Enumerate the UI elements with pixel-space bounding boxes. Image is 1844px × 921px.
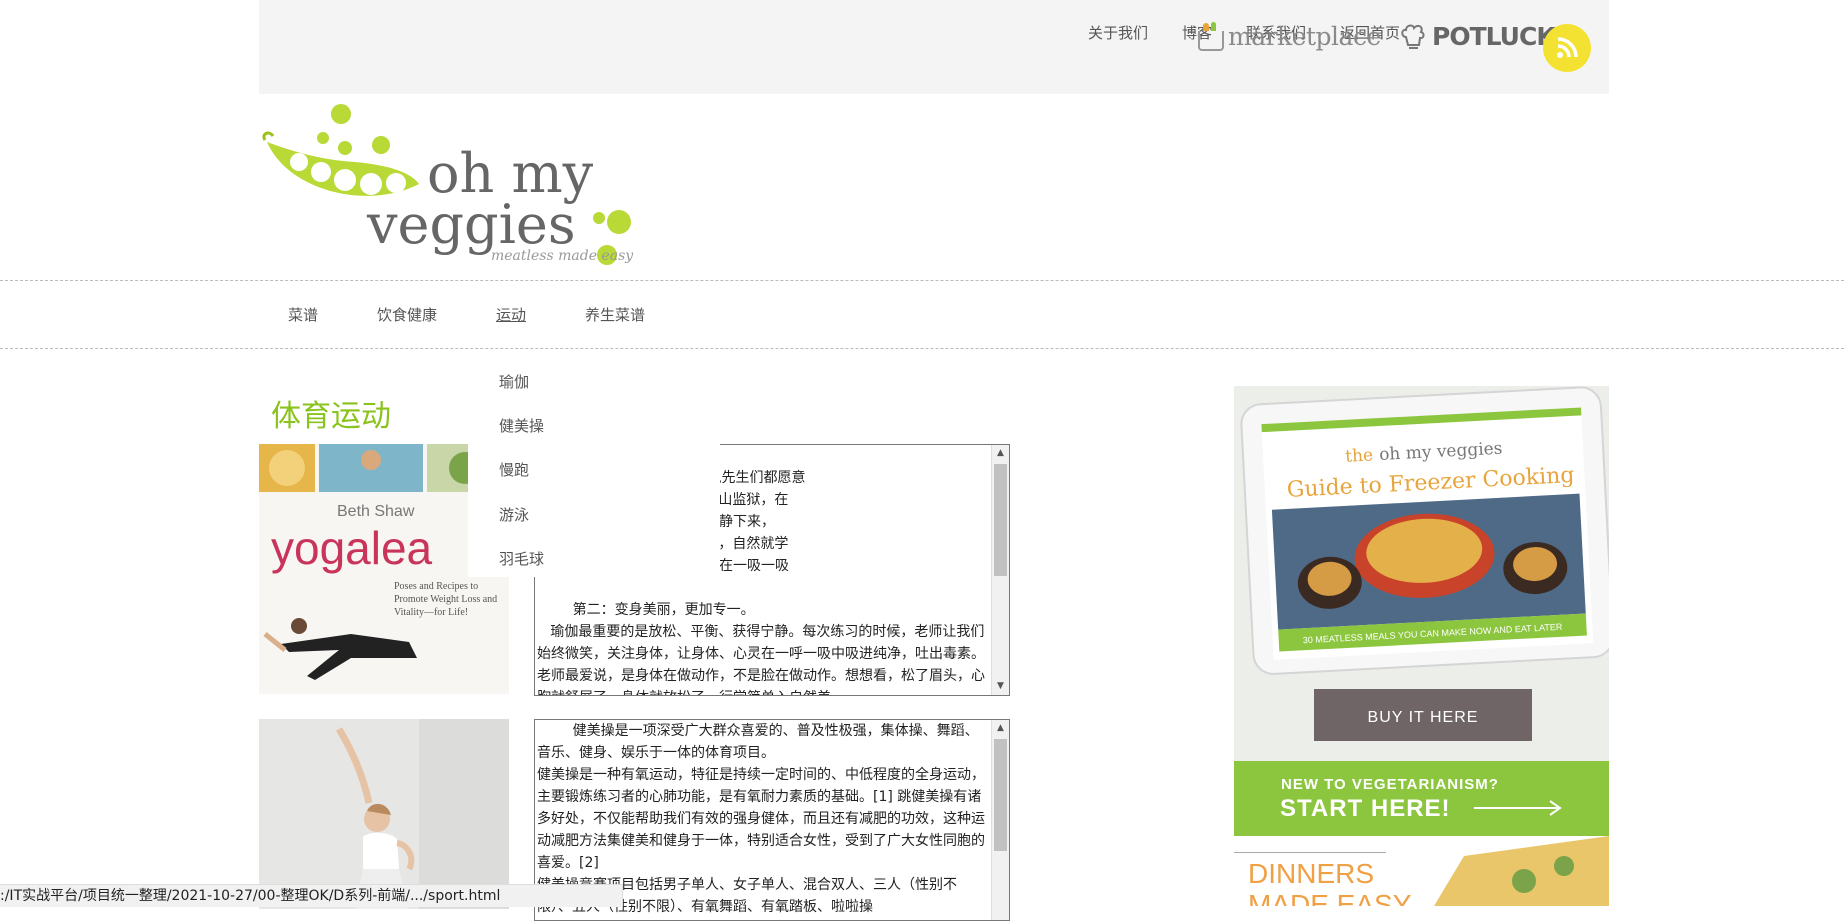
sports-dropdown-menu: 瑜伽 健美操 慢跑 游泳 羽毛球 [468,349,720,577]
dropdown-item-jogging[interactable]: 慢跑 [499,459,529,480]
status-url: :/IT实战平台/项目统一整理/2021-10-27/00-整理OK/D系列-前… [0,888,501,904]
main-nav: 菜谱 饮食健康 运动 养生菜谱 [288,304,704,325]
book-author: Beth Shaw [337,503,415,520]
dropdown-item-swimming[interactable]: 游泳 [499,504,529,525]
chef-hat-icon [1401,24,1425,49]
scroll-thumb[interactable] [994,739,1007,851]
nav-item-sports[interactable]: 运动 [496,304,526,325]
page-title: 体育运动 [271,399,391,434]
potluck-link[interactable]: POTLUCK [1400,22,1556,51]
pea-pod-logo-icon: oh my veggies meatless made easy [262,104,634,265]
ad-brand-prefix: the [1345,445,1374,466]
bottom-line2: MADE EASY [1248,889,1412,906]
aerobics-woman-image [259,719,509,909]
woman-stretching-illustration [259,719,509,909]
browser-status-bar: :/IT实战平台/项目统一整理/2021-10-27/00-整理OK/D系列-前… [0,884,623,907]
dropdown-item-aerobics[interactable]: 健美操 [499,415,544,436]
nav-divider-bottom [0,348,1844,349]
nav-item-recipes[interactable]: 菜谱 [288,304,318,325]
freezer-cooking-ad: the oh my veggies Guide to Freezer Cooki… [1234,386,1609,906]
bottom-line1: DINNERS [1248,858,1374,889]
banner-line1: NEW TO VEGETARIANISM? [1281,776,1499,793]
marketplace-label: marketplace [1228,22,1381,51]
nav-item-health-recipes[interactable]: 养生菜谱 [585,304,645,325]
site-logo[interactable]: oh my veggies meatless made easy [259,100,639,275]
basket-icon [1198,22,1224,51]
scroll-thumb[interactable] [994,464,1007,576]
rss-button[interactable] [1543,24,1591,72]
marketplace-link[interactable]: marketplace [1198,22,1381,51]
rss-icon [1557,37,1578,58]
nav-item-diet-health[interactable]: 饮食健康 [377,304,437,325]
logo-line2: veggies [366,193,576,256]
nav-divider-top [0,280,1844,281]
book-subtitle: Poses and Recipes to Promote Weight Loss… [394,581,498,618]
banner-line2: START HERE! [1280,795,1451,822]
sidebar-ad[interactable]: the oh my veggies Guide to Freezer Cooki… [1234,386,1609,906]
scroll-up-icon[interactable]: ▲ [992,445,1009,462]
dropdown-item-badminton[interactable]: 羽毛球 [499,548,544,569]
book-title: yogalea [271,522,433,574]
scroll-down-icon[interactable]: ▼ [992,678,1009,695]
potluck-label: POTLUCK [1432,22,1556,51]
aerobics-scrollbar[interactable]: ▲ [991,720,1009,920]
top-link-about[interactable]: 关于我们 [1088,22,1148,43]
logo-tagline: meatless made easy [491,248,634,264]
buy-it-here-label: BUY IT HERE [1368,709,1479,726]
dropdown-item-yoga[interactable]: 瑜伽 [499,371,529,392]
yoga-scrollbar[interactable]: ▲ ▼ [991,445,1009,695]
scroll-up-icon[interactable]: ▲ [992,720,1009,737]
